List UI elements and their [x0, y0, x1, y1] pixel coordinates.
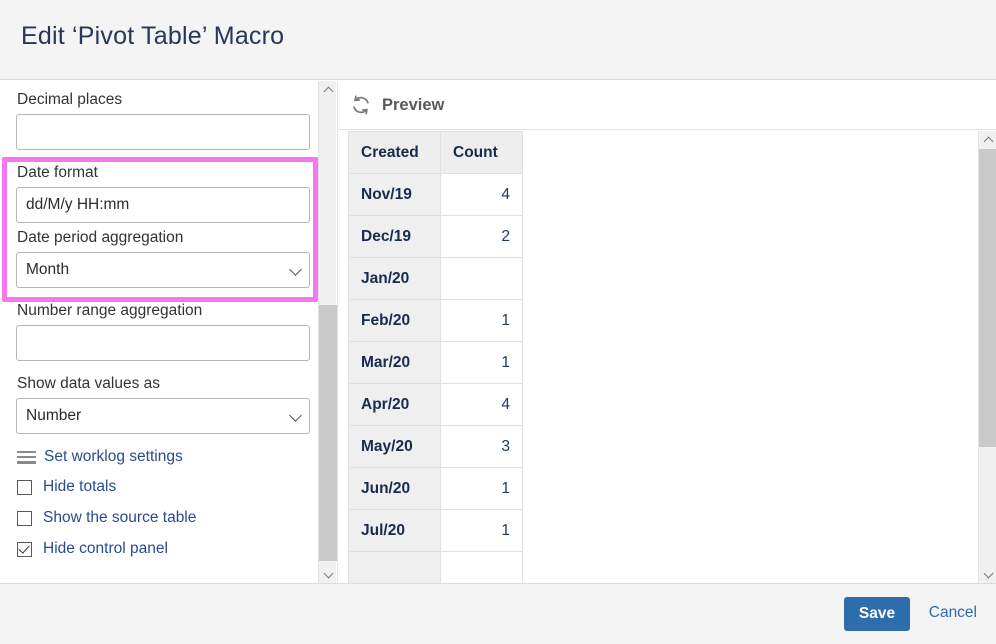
- dialog-body: Decimal places Date format dd/M/y HH:mm …: [0, 81, 996, 583]
- preview-scrollbar[interactable]: [978, 131, 996, 583]
- table-row: Jul/20 1: [349, 510, 523, 552]
- column-header-created[interactable]: Created: [349, 132, 441, 174]
- hide-totals-checkbox-row[interactable]: Hide totals: [17, 476, 302, 498]
- settings-form: Decimal places Date format dd/M/y HH:mm …: [0, 81, 318, 569]
- cell-count: 3: [441, 426, 523, 468]
- table-header-row: Created Count: [349, 132, 523, 174]
- preview-title: Preview: [382, 96, 444, 115]
- scroll-down-icon[interactable]: [319, 565, 337, 583]
- date-period-aggregation-select[interactable]: Month: [16, 252, 310, 288]
- table-row: Apr/20 4: [349, 384, 523, 426]
- hide-totals-checkbox[interactable]: [17, 480, 32, 495]
- refresh-icon[interactable]: [350, 94, 372, 116]
- number-range-aggregation-label: Number range aggregation: [17, 302, 302, 320]
- table-row: Mar/20 1: [349, 342, 523, 384]
- chevron-down-icon: [289, 263, 302, 276]
- cell-count: 4: [441, 384, 523, 426]
- set-worklog-settings-label: Set worklog settings: [44, 448, 183, 466]
- pivot-table-body: Nov/19 4 Dec/19 2 Jan/20 Feb/20: [349, 174, 523, 584]
- page-title: Edit ‘Pivot Table’ Macro: [21, 22, 284, 51]
- cell-created: Jun/20: [349, 468, 441, 510]
- settings-scrollbar[interactable]: [318, 81, 336, 583]
- cell-count: [441, 258, 523, 300]
- table-row: Jan/20: [349, 258, 523, 300]
- preview-pane: Preview Created Count Nov/19 4: [337, 81, 996, 583]
- show-data-values-as-value: Number: [26, 407, 81, 424]
- decimal-places-label: Decimal places: [17, 91, 302, 109]
- table-row: Feb/20 1: [349, 300, 523, 342]
- table-row: Dec/19 2: [349, 216, 523, 258]
- cell-count: 1: [441, 300, 523, 342]
- cell-created: Feb/20: [349, 300, 441, 342]
- date-period-aggregation-label: Date period aggregation: [17, 229, 302, 247]
- cell-count: [441, 552, 523, 584]
- show-data-values-as-label: Show data values as: [17, 375, 302, 393]
- cell-created: Nov/19: [349, 174, 441, 216]
- macro-edit-dialog: Edit ‘Pivot Table’ Macro Decimal places …: [0, 0, 996, 644]
- scroll-down-icon[interactable]: [979, 565, 996, 583]
- show-source-table-label: Show the source table: [43, 509, 196, 527]
- hide-control-panel-checkbox-row[interactable]: Hide control panel: [17, 538, 302, 560]
- show-source-table-checkbox-row[interactable]: Show the source table: [17, 507, 302, 529]
- cell-created: Dec/19: [349, 216, 441, 258]
- settings-scrollbar-thumb[interactable]: [319, 305, 337, 561]
- show-source-table-checkbox[interactable]: [17, 511, 32, 526]
- cell-created: Apr/20: [349, 384, 441, 426]
- hide-control-panel-checkbox[interactable]: [17, 542, 32, 557]
- cell-created: Jul/20: [349, 510, 441, 552]
- number-range-aggregation-input[interactable]: [16, 325, 310, 361]
- table-row: Jun/20 1: [349, 468, 523, 510]
- dialog-footer: Save Cancel: [0, 583, 996, 644]
- date-period-aggregation-value: Month: [26, 261, 69, 278]
- date-format-label: Date format: [17, 164, 302, 182]
- scroll-up-icon[interactable]: [319, 81, 337, 99]
- preview-scrollbar-thumb[interactable]: [979, 149, 996, 447]
- table-row: Nov/19 4: [349, 174, 523, 216]
- cell-count: 1: [441, 510, 523, 552]
- table-row: May/20 3: [349, 426, 523, 468]
- show-data-values-as-select[interactable]: Number: [16, 398, 310, 434]
- cancel-button[interactable]: Cancel: [929, 604, 977, 622]
- cell-created: Mar/20: [349, 342, 441, 384]
- save-button[interactable]: Save: [844, 597, 910, 631]
- decimal-places-input[interactable]: [16, 114, 310, 150]
- preview-header: Preview: [338, 81, 996, 130]
- cell-count: 4: [441, 174, 523, 216]
- cell-count: 2: [441, 216, 523, 258]
- table-row: [349, 552, 523, 584]
- cell-count: 1: [441, 342, 523, 384]
- date-format-input[interactable]: dd/M/y HH:mm: [16, 187, 310, 223]
- chevron-down-icon: [289, 409, 302, 422]
- cell-count: 1: [441, 468, 523, 510]
- hamburger-icon: [17, 451, 36, 464]
- hide-control-panel-label: Hide control panel: [43, 540, 168, 558]
- cell-created: May/20: [349, 426, 441, 468]
- scroll-up-icon[interactable]: [979, 131, 996, 149]
- pivot-table: Created Count Nov/19 4 Dec/19 2: [348, 131, 523, 583]
- dialog-header: Edit ‘Pivot Table’ Macro: [0, 0, 996, 80]
- column-header-count[interactable]: Count: [441, 132, 523, 174]
- cell-created: [349, 552, 441, 584]
- set-worklog-settings-link[interactable]: Set worklog settings: [17, 448, 302, 466]
- settings-pane: Decimal places Date format dd/M/y HH:mm …: [0, 81, 318, 583]
- cell-created: Jan/20: [349, 258, 441, 300]
- hide-totals-label: Hide totals: [43, 478, 116, 496]
- preview-body: Created Count Nov/19 4 Dec/19 2: [338, 131, 996, 583]
